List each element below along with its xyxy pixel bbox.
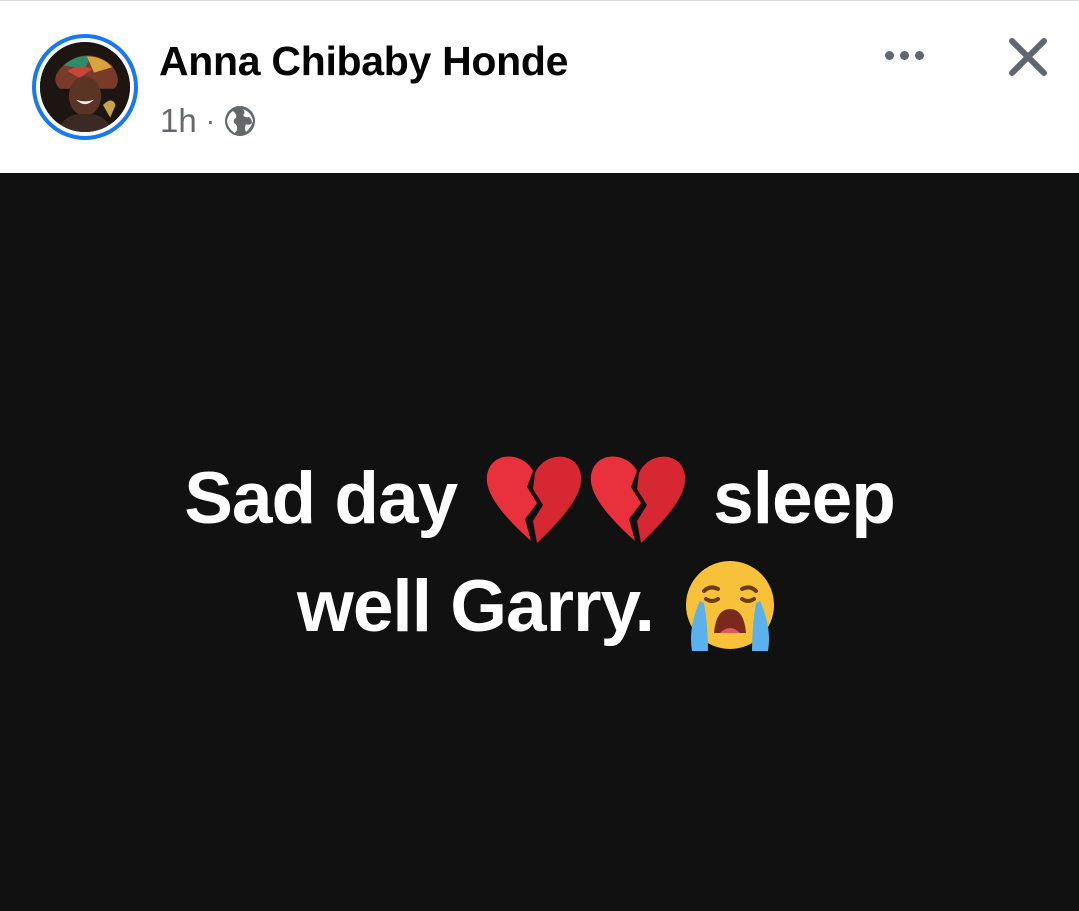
close-icon[interactable] (1000, 29, 1056, 85)
post-meta: 1h · (160, 101, 256, 141)
post-text-sleep: sleep (713, 458, 896, 539)
post-text-sad-day: Sad day (184, 458, 458, 539)
globe-icon[interactable] (224, 105, 256, 137)
post-text-well-garry: well Garry. (297, 566, 655, 647)
post-timestamp[interactable]: 1h (160, 102, 197, 140)
crying-face-icon (678, 557, 782, 657)
profile-photo (40, 42, 130, 132)
broken-heart-icon (585, 451, 689, 547)
more-options-icon[interactable] (876, 33, 932, 77)
author-name[interactable]: Anna Chibaby Honde (159, 38, 568, 85)
avatar[interactable] (32, 34, 138, 140)
post-header: Anna Chibaby Honde 1h · (0, 0, 1079, 173)
broken-heart-icon (481, 451, 585, 547)
post-text-line-2: well Garry. (0, 553, 1079, 661)
post-content: Sad day sleep well Garry. (0, 173, 1079, 911)
post-text-line-1: Sad day sleep (0, 445, 1079, 553)
meta-separator: · (205, 105, 216, 136)
post-text: Sad day sleep well Garry. (0, 445, 1079, 661)
post-viewer: Anna Chibaby Honde 1h · Sad day sleep we… (0, 0, 1079, 911)
